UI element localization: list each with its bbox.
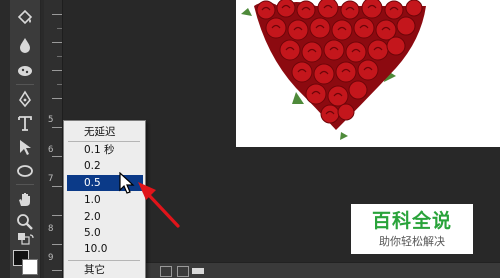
blur-drop-icon[interactable]: [15, 35, 35, 55]
status-box: [160, 266, 172, 277]
menu-item-0.1[interactable]: 0.1 秒: [64, 142, 145, 158]
paint-bucket-icon[interactable]: [15, 7, 35, 27]
background-color-swatch[interactable]: [22, 259, 38, 275]
watermark-title: 百科全说: [371, 210, 452, 232]
tools-panel: [10, 0, 41, 278]
watermark-subtitle: 助你轻松解决: [379, 235, 445, 248]
status-box: [192, 268, 204, 274]
status-strip: [144, 262, 500, 278]
ruler-tick: [52, 98, 62, 99]
ruler-tick: [52, 42, 62, 43]
path-select-icon[interactable]: [15, 137, 35, 157]
ruler-label: 5: [48, 115, 54, 125]
menu-item-no-delay[interactable]: 无延迟: [64, 124, 145, 140]
tool-divider: [16, 184, 34, 185]
screenshot-frame: 5 6 7 8 9 无延迟 0.1 秒 0.2 0.5 1.0 2.0 5.0 …: [0, 0, 500, 278]
default-colors-icon[interactable]: [15, 233, 35, 247]
type-icon[interactable]: [15, 113, 35, 133]
hand-icon[interactable]: [15, 189, 35, 209]
rose-heart-image: [241, 0, 426, 140]
ruler-tick: [57, 28, 62, 29]
menu-item-10.0[interactable]: 10.0: [64, 241, 145, 257]
ruler-tick: [52, 14, 62, 15]
vertical-ruler: 5 6 7 8 9: [44, 0, 63, 278]
ruler-label: 9: [48, 253, 54, 263]
ellipse-shape-icon[interactable]: [15, 161, 35, 181]
menu-item-5.0[interactable]: 5.0: [64, 225, 145, 241]
annotation-arrow-icon: [138, 182, 180, 228]
watermark: 百科全说 助你轻松解决: [351, 204, 473, 254]
pen-icon[interactable]: [15, 89, 35, 109]
ruler-tick: [52, 186, 62, 187]
ruler-tick: [52, 270, 62, 271]
ruler-tick: [52, 70, 62, 71]
ruler-tick: [52, 215, 62, 216]
ruler-label: 8: [48, 224, 54, 234]
ruler-tick: [57, 84, 62, 85]
menu-separator: [68, 260, 140, 261]
status-box: [177, 266, 189, 277]
ruler-tick: [52, 244, 62, 245]
zoom-icon[interactable]: [15, 212, 35, 232]
ruler-tick: [52, 127, 62, 128]
menu-item-other[interactable]: 其它: [64, 262, 145, 278]
ruler-tick: [52, 156, 62, 157]
tool-divider: [16, 84, 34, 85]
document-image[interactable]: [236, 0, 500, 147]
sponge-icon[interactable]: [15, 61, 35, 81]
ruler-label: 7: [48, 174, 54, 184]
ruler-tick: [57, 56, 62, 57]
ruler-label: 6: [48, 145, 54, 155]
menu-item-2.0[interactable]: 2.0: [64, 209, 145, 225]
